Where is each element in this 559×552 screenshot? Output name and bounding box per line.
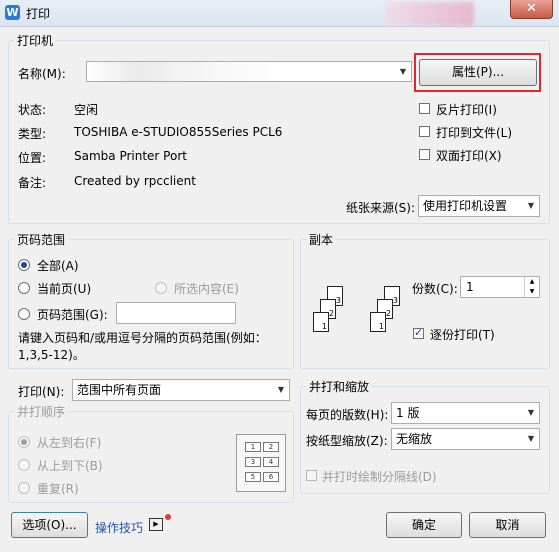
status-value: 空闲 [74,103,99,117]
scale-value: 无缩放 [396,432,433,446]
copies-count-value: 1 [466,280,474,294]
chevron-down-icon: ▼ [277,385,285,394]
grid-cell: 2 [263,442,279,452]
grid-cell: 6 [263,472,279,482]
grid-cell: 5 [245,472,261,482]
left-to-right-radio[interactable] [18,436,30,448]
scale-label: 按纸型缩放(Z): [306,434,388,448]
print-dialog: W 打印 ✕ 打印机 名称(M): ▼ 属性(P)... 状态: 空闲 类型: … [0,0,559,552]
range-selection-label: 所选内容(E) [174,282,239,296]
printer-name-select[interactable]: ▼ [86,61,412,82]
grid-cell: 3 [245,457,261,467]
copy-page-1b: 1 [370,312,386,332]
duplex-checkbox[interactable] [419,149,430,160]
print-what-label: 打印(N): [18,385,65,399]
paper-source-select[interactable]: 使用打印机设置 ▼ [418,195,540,217]
where-value: Samba Printer Port [74,149,187,163]
type-value: TOSHIBA e-STUDIO855Series PCL6 [74,125,283,139]
draw-borders-checkbox[interactable] [306,470,317,481]
status-label: 状态: [18,103,47,117]
cancel-button[interactable]: 取消 [469,512,546,538]
range-all-radio[interactable] [18,259,30,271]
range-current-label: 当前页(U) [37,282,92,296]
repeat-radio[interactable] [18,482,30,494]
print-what-value: 范围中所有页面 [77,383,162,397]
collate-order-group-label: 并打顺序 [17,405,66,419]
chevron-down-icon: ▼ [527,201,535,210]
type-label: 类型: [18,127,47,141]
copies-group-label: 副本 [309,233,334,247]
repeat-label: 重复(R) [37,482,79,496]
window-title: 打印 [26,7,51,21]
comment-value: Created by rpcclient [74,174,196,188]
page-range-hint: 请键入页码和/或用逗号分隔的页码范围(例如：1,3,5-12)。 [18,331,267,362]
blurred-background-element [386,2,474,26]
printer-name-label: 名称(M): [18,67,66,81]
print-to-file-label: 打印到文件(L) [436,126,513,140]
close-button[interactable]: ✕ [510,0,553,19]
ok-button[interactable]: 确定 [386,512,462,538]
range-pages-radio[interactable] [18,308,30,320]
video-icon[interactable]: ▶ [149,518,163,531]
copies-count-input[interactable]: 1 ▲ ▼ [460,276,540,298]
range-pages-label: 页码范围(G): [37,308,108,322]
print-what-select[interactable]: 范围中所有页面 ▼ [72,379,290,401]
range-current-radio[interactable] [18,282,30,294]
options-button[interactable]: 选项(O)... [11,512,88,538]
pages-per-sheet-label: 每页的版数(H): [306,408,389,422]
comment-label: 备注: [18,176,47,190]
copies-spinner[interactable]: ▲ ▼ [524,277,539,297]
tips-link[interactable]: 操作技巧 [95,519,143,536]
copies-count-label: 份数(C): [412,282,458,296]
collate-checkbox[interactable] [413,326,424,339]
grid-cell: 4 [263,457,279,467]
print-to-file-checkbox[interactable] [419,126,430,137]
collate-label: 逐份打印(T) [430,328,495,342]
highlight-box [414,53,541,92]
range-all-label: 全部(A) [37,259,79,273]
duplex-label: 双面打印(X) [436,149,502,163]
top-to-bottom-label: 从上到下(B) [37,459,103,473]
page-range-input[interactable] [116,302,236,324]
pages-per-sheet-select[interactable]: 1 版 ▼ [391,402,540,424]
copy-page-1: 1 [313,312,329,332]
paper-source-value: 使用打印机设置 [423,199,508,213]
where-label: 位置: [18,151,47,165]
pages-per-sheet-value: 1 版 [396,406,420,420]
range-selection-radio[interactable] [155,282,167,294]
left-to-right-label: 从左到右(F) [37,436,102,450]
chevron-down-icon: ▼ [399,67,407,76]
chevron-down-icon: ▼ [527,434,535,443]
page-range-group-label: 页码范围 [17,233,66,247]
order-grid-preview: 1 2 3 4 5 6 [236,434,286,492]
printer-group-label: 打印机 [17,34,54,48]
chevron-down-icon: ▼ [527,408,535,417]
notification-dot [165,514,171,520]
top-to-bottom-radio[interactable] [18,459,30,471]
wps-app-icon: W [5,5,20,20]
reverse-print-checkbox[interactable] [419,103,430,114]
title-bar: W 打印 ✕ [0,0,559,27]
grid-cell: 1 [245,442,261,452]
draw-borders-label: 并打时绘制分隔线(D) [322,470,437,484]
scale-select[interactable]: 无缩放 ▼ [391,428,540,450]
reverse-print-label: 反片打印(I) [436,103,497,117]
paper-source-label: 纸张来源(S): [346,201,416,215]
zoom-group-label: 并打和缩放 [309,380,370,394]
